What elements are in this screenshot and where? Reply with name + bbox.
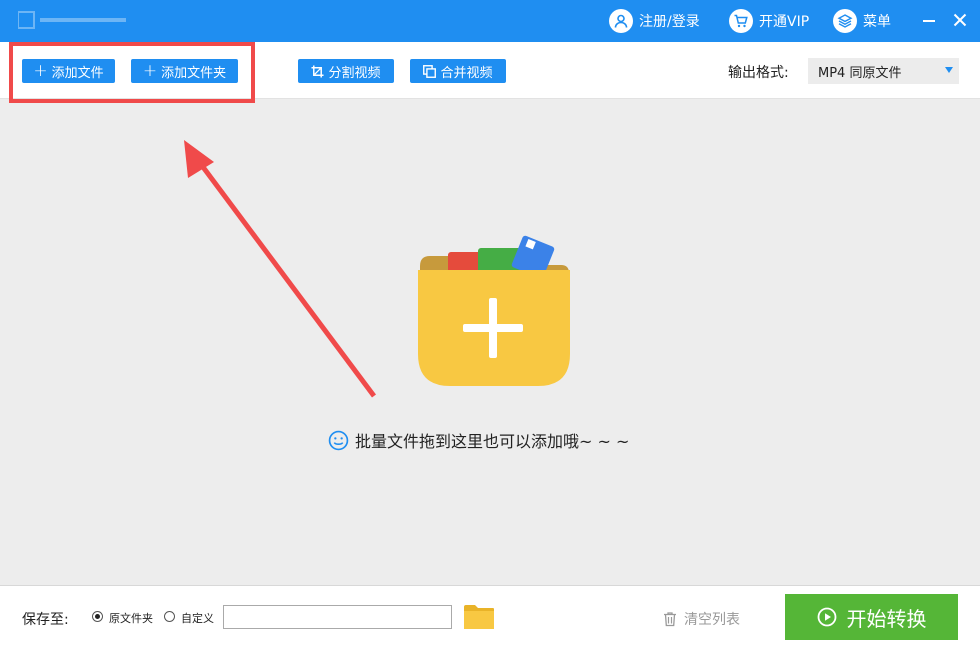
output-path-input[interactable] bbox=[223, 605, 452, 629]
radio-original-folder-label: 原文件夹 bbox=[109, 612, 153, 625]
save-to-label: 保存至: bbox=[22, 612, 69, 628]
drop-hint-text: 批量文件拖到这里也可以添加哦~ ~ ~ bbox=[355, 432, 630, 451]
browse-folder-icon[interactable] bbox=[463, 604, 495, 630]
start-convert-button[interactable]: 开始转换 bbox=[785, 594, 958, 640]
smile-icon bbox=[328, 430, 349, 450]
trash-icon bbox=[664, 612, 676, 627]
radio-original-folder[interactable] bbox=[92, 611, 103, 622]
radio-custom[interactable] bbox=[164, 611, 175, 622]
drop-hint: 批量文件拖到这里也可以添加哦~ ~ ~ bbox=[328, 428, 629, 452]
clear-list-button[interactable]: 清空列表 bbox=[662, 609, 740, 629]
add-folder-dropzone-icon[interactable] bbox=[412, 230, 576, 390]
start-convert-label: 开始转换 bbox=[846, 606, 927, 631]
radio-custom-label: 自定义 bbox=[181, 612, 214, 625]
play-icon bbox=[817, 607, 836, 627]
clear-list-label: 清空列表 bbox=[684, 612, 740, 628]
